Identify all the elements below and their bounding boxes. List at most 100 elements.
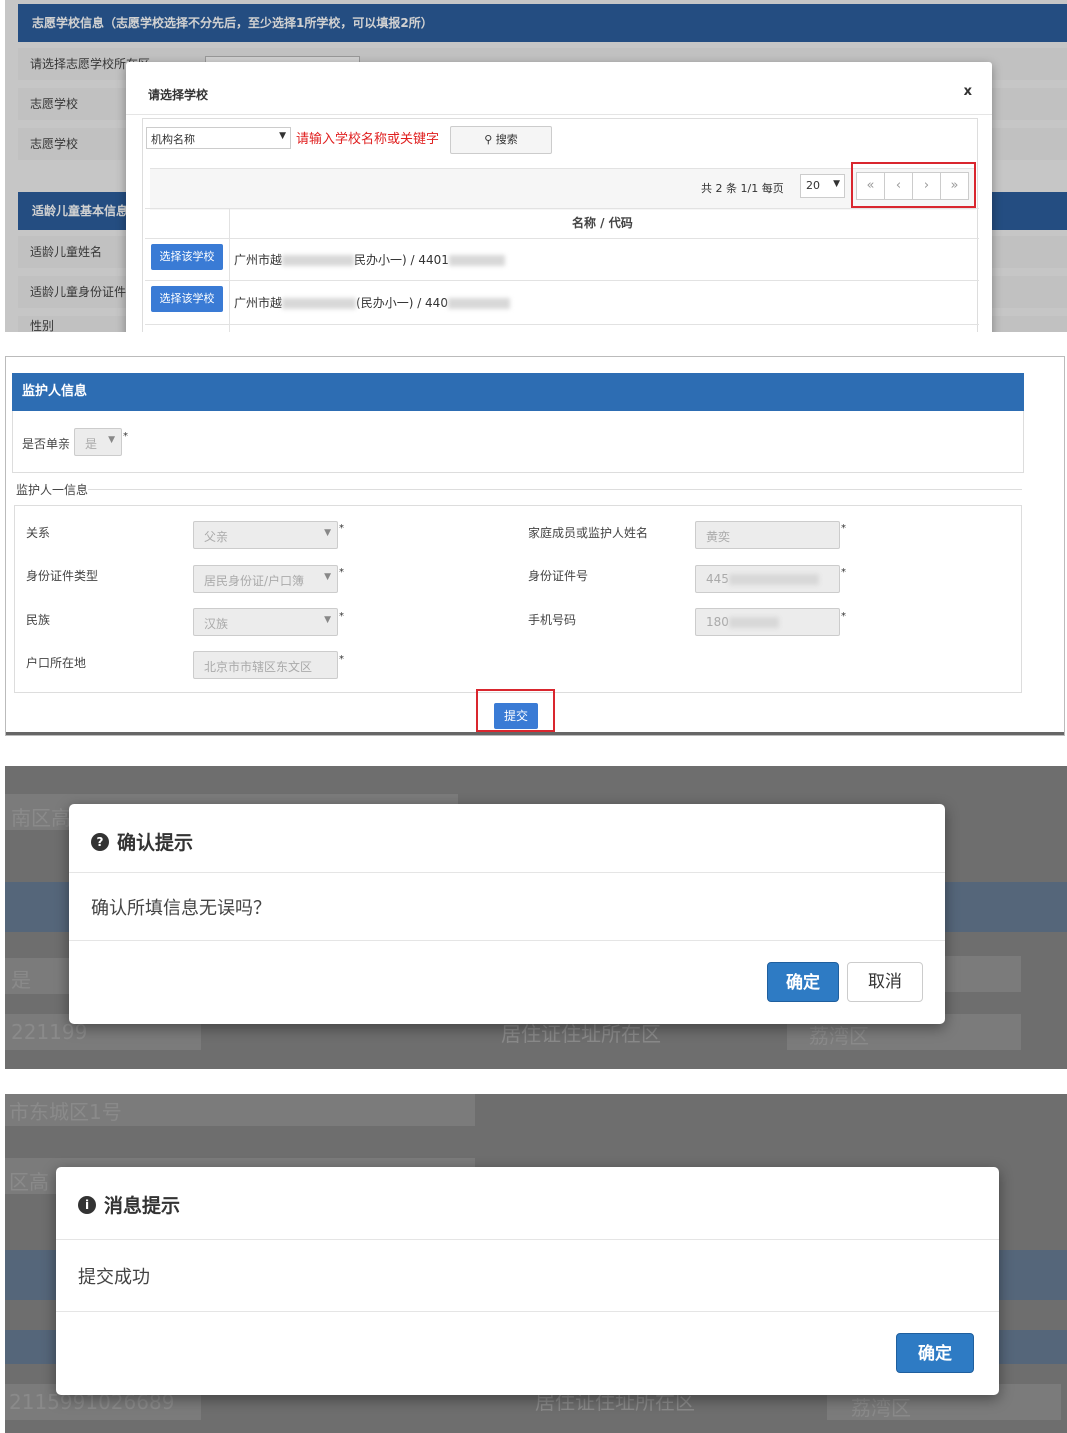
table-header-top (145, 208, 979, 209)
bg-text: 荔湾区 (851, 1396, 911, 1420)
hukou-input[interactable]: 北京市市辖区东文区 (193, 651, 338, 679)
hukou-label: 户口所在地 (26, 656, 87, 670)
bg-text: 是 (11, 968, 31, 992)
required-mark: * (841, 523, 846, 534)
per-page-value: 20 (806, 179, 820, 192)
ethnicity-select[interactable]: 汉族 ▼ (193, 608, 338, 636)
relation-label: 关系 (26, 526, 51, 540)
dialog-title-text: 消息提示 (104, 1195, 181, 1217)
id-type-value: 居民身份证/户口簿 (204, 574, 305, 588)
row-divider (145, 280, 979, 281)
submit-button[interactable]: 提交 (494, 703, 538, 729)
question-icon: ? (91, 832, 109, 851)
bg-text: 荔湾区 (809, 1024, 869, 1048)
school-name-suffix: 民办小一) / 4401 (354, 253, 449, 267)
search-button-label: 搜索 (495, 133, 518, 146)
search-field-value: 机构名称 (151, 133, 195, 146)
divider (56, 1239, 999, 1240)
caret-down-icon: ▼ (324, 615, 331, 625)
ethnicity-value: 汉族 (204, 617, 229, 631)
required-mark: * (339, 654, 344, 665)
school-select-modal: 请选择学校 x 机构名称 ▼ 请输入学校名称或关键字 ⚲ 搜索 共 2 条 1/… (126, 62, 992, 332)
id-number-value: 445 (706, 572, 729, 586)
id-type-select[interactable]: 居民身份证/户口簿 ▼ (193, 565, 338, 593)
id-number-input[interactable]: 445 (695, 565, 840, 593)
per-page-select[interactable]: 20 ▼ (800, 174, 845, 198)
select-school-button[interactable]: 选择该学校 (151, 286, 223, 312)
table-column-header: 名称 / 代码 (572, 216, 633, 230)
caret-down-icon: ▼ (279, 131, 286, 141)
confirm-dialog-panel: 南区高 是 221199 居住证住址所在区 荔湾区 ? 确认提示 确认所填信息无… (5, 766, 1067, 1069)
divider (88, 489, 1022, 490)
caret-down-icon: ▼ (324, 528, 331, 538)
dialog-message: 提交成功 (78, 1267, 150, 1288)
redacted (728, 617, 779, 628)
ethnicity-label: 民族 (26, 613, 51, 627)
school-name-suffix: (民办小一) / 440 (356, 296, 448, 310)
caret-down-icon: ▼ (833, 179, 840, 189)
single-parent-label: 是否单亲 (22, 437, 71, 451)
dialog-title: i 消息提示 (78, 1191, 180, 1218)
phone-label: 手机号码 (528, 613, 577, 627)
phone-value: 180 (706, 615, 729, 629)
divider (126, 114, 992, 115)
caret-down-icon: ▼ (324, 572, 331, 582)
divider (69, 872, 945, 873)
bg-text: 市东城区1号 (9, 1100, 122, 1124)
required-mark: * (123, 431, 128, 442)
guardian-info-header: 监护人信息 (12, 373, 1024, 411)
confirm-dialog: ? 确认提示 确认所填信息无误吗？ 确定 取消 (69, 804, 945, 1024)
relation-select[interactable]: 父亲 ▼ (193, 521, 338, 549)
pager-info: 共 2 条 1/1 每页 (701, 182, 784, 195)
confirm-cancel-button[interactable]: 取消 (847, 962, 923, 1002)
message-dialog: i 消息提示 提交成功 确定 (56, 1167, 999, 1395)
school-name-prefix: 广州市越 (234, 253, 283, 267)
id-number-label: 身份证件号 (528, 569, 589, 583)
modal-title: 请选择学校 (148, 88, 209, 102)
bg-text: 南区高 (11, 806, 71, 830)
single-parent-select[interactable]: 是 ▼ (74, 428, 122, 456)
redacted (448, 255, 505, 266)
single-parent-section (12, 411, 1024, 473)
search-button[interactable]: ⚲ 搜索 (450, 126, 552, 154)
required-mark: * (841, 567, 846, 578)
highlight-box (851, 162, 976, 208)
single-parent-value: 是 (85, 437, 98, 451)
row-divider (145, 324, 979, 325)
redacted (728, 574, 819, 585)
guardian-name-input[interactable]: 黄奕 (695, 521, 840, 549)
school-select-panel: 志愿学校信息（志愿学校选择不分先后，至少选择1所学校，可以填报2所） 请选择志愿… (5, 0, 1067, 332)
guardian1-fields-box (14, 505, 1022, 693)
guardian-name-label: 家庭成员或监护人姓名 (528, 526, 649, 540)
school-name-prefix: 广州市越 (234, 296, 283, 310)
divider (69, 940, 945, 941)
relation-value: 父亲 (204, 530, 229, 544)
required-mark: * (339, 567, 344, 578)
id-type-label: 身份证件类型 (26, 569, 99, 583)
required-mark: * (841, 611, 846, 622)
search-field-select[interactable]: 机构名称 ▼ (146, 127, 291, 149)
confirm-ok-button[interactable]: 确定 (767, 962, 839, 1002)
search-input[interactable]: 请输入学校名称或关键字 (296, 128, 439, 147)
table-header-bottom (145, 238, 979, 239)
table-col-divider (229, 208, 230, 332)
message-dialog-panel: 市东城区1号 区高 2115991026689 居住证住址所在区 荔湾区 i 消… (5, 1094, 1067, 1433)
dialog-title-text: 确认提示 (117, 832, 194, 854)
dialog-message: 确认所填信息无误吗？ (91, 898, 271, 919)
redacted (447, 298, 510, 309)
dialog-title: ? 确认提示 (91, 828, 193, 855)
guardian-form-panel: 监护人信息 是否单亲 是 ▼ * 监护人一信息 关系 父亲 ▼ * 身份证件类型… (5, 356, 1065, 736)
divider (56, 1311, 999, 1312)
table-row: 广州市越 民办小一) / 4401 (234, 251, 505, 268)
message-ok-button[interactable]: 确定 (896, 1333, 974, 1373)
phone-input[interactable]: 180 (695, 608, 840, 636)
search-icon: ⚲ (484, 133, 493, 146)
redacted (282, 298, 357, 309)
divider (6, 732, 1064, 735)
select-school-button[interactable]: 选择该学校 (151, 244, 223, 270)
required-mark: * (339, 611, 344, 622)
bg-text: 区高 (9, 1170, 49, 1194)
required-mark: * (339, 523, 344, 534)
table-row: 广州市越 (民办小一) / 440 (234, 294, 510, 311)
close-icon[interactable]: x (964, 84, 972, 99)
